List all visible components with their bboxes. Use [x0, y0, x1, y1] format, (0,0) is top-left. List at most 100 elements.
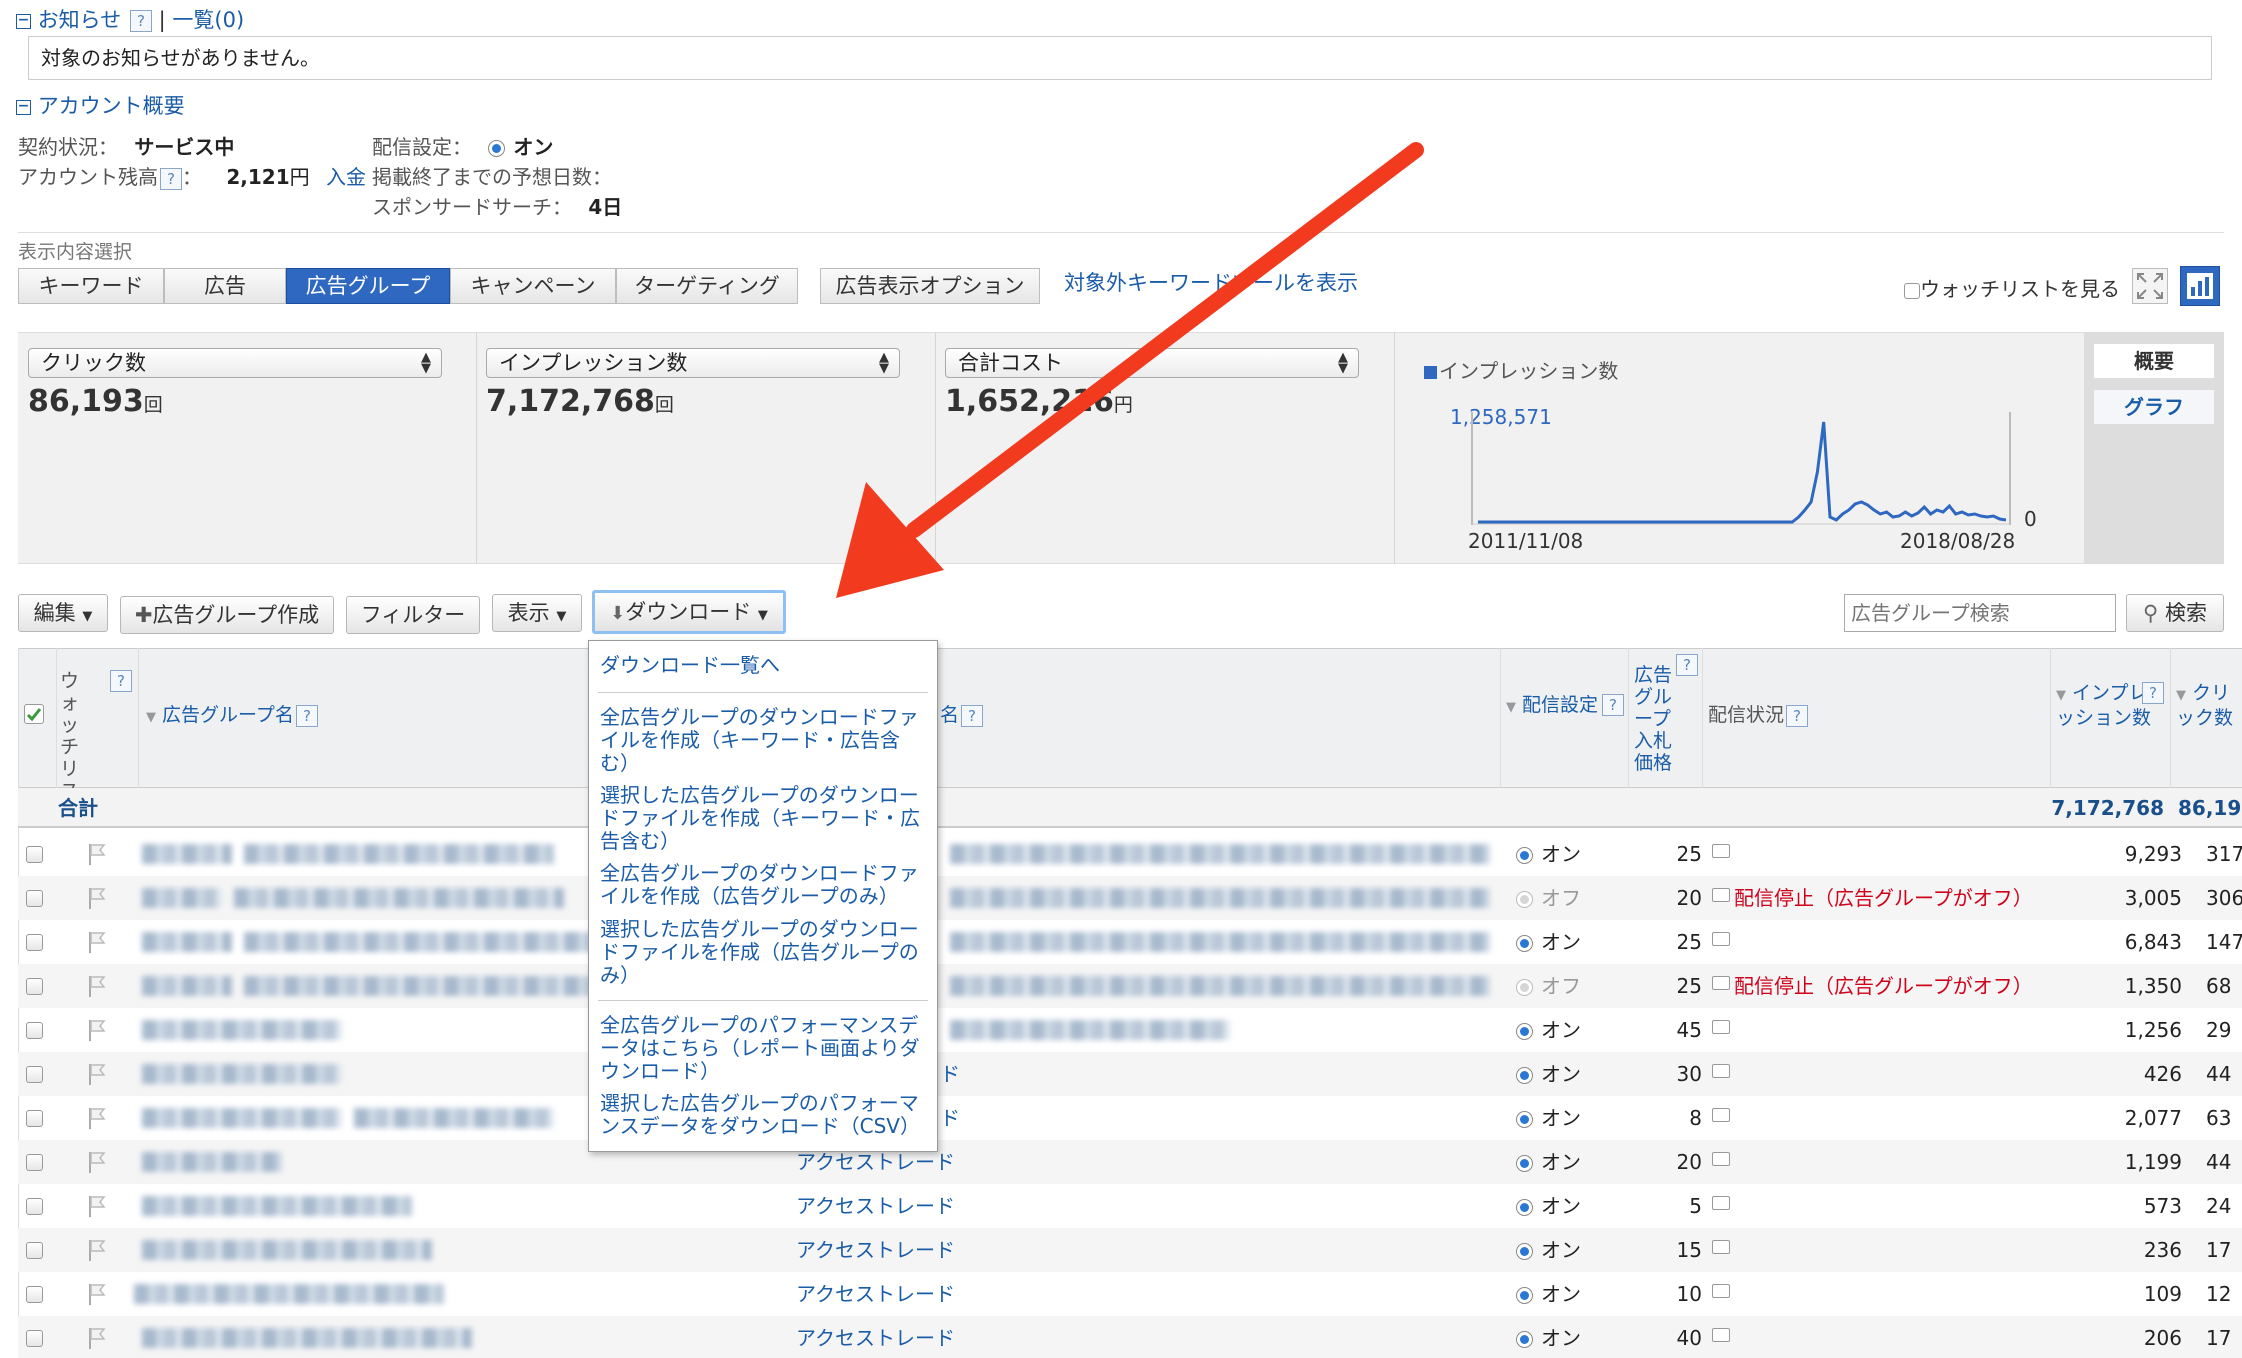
blurred-ad-group-name[interactable]	[142, 1240, 432, 1260]
flag-icon[interactable]	[86, 1106, 108, 1130]
radio-icon[interactable]	[1516, 1199, 1533, 1216]
bid-cell[interactable]: 20	[1632, 876, 1702, 920]
comment-icon[interactable]	[1712, 1152, 1730, 1166]
tab-campaign[interactable]: キャンペーン	[450, 268, 616, 304]
delivery-setting-cell[interactable]: オン	[1516, 1008, 1581, 1052]
blurred-ad-group-name[interactable]	[142, 1108, 342, 1128]
watchlist-toggle[interactable]: ウォッチリストを見る	[1904, 276, 2120, 302]
menu-item-all-performance[interactable]: 全広告グループのパフォーマンスデータはこちら（レポート画面よりダウンロード）	[600, 1014, 920, 1083]
comment-icon[interactable]	[1712, 1108, 1730, 1122]
row-checkbox[interactable]	[26, 1286, 43, 1303]
blurred-ad-group-name[interactable]	[134, 1284, 444, 1304]
menu-item-all-with-keywords[interactable]: 全広告グループのダウンロードファイルを作成（キーワード・広告含む）	[600, 706, 920, 775]
delivery-setting-cell[interactable]: オン	[1516, 920, 1581, 964]
side-tab-graph[interactable]: グラフ	[2094, 390, 2214, 424]
comment-icon[interactable]	[1712, 976, 1730, 990]
flag-icon[interactable]	[86, 974, 108, 998]
bid-cell[interactable]: 8	[1632, 1096, 1702, 1140]
collapse-icon[interactable]: −	[16, 13, 31, 29]
bid-cell[interactable]: 15	[1632, 1228, 1702, 1272]
ad-group-search-input[interactable]	[1844, 594, 2116, 632]
row-checkbox[interactable]	[26, 1066, 43, 1083]
edit-button[interactable]: 編集 ▼	[18, 594, 108, 632]
comment-icon[interactable]	[1712, 1064, 1730, 1078]
notice-list-link[interactable]: 一覧(0)	[172, 8, 244, 32]
blurred-ad-group-name[interactable]	[142, 1064, 342, 1084]
menu-item-selected-performance-csv[interactable]: 選択した広告グループのパフォーマンスデータをダウンロード（CSV）	[600, 1092, 920, 1138]
blurred-campaign-name[interactable]	[950, 976, 1490, 996]
row-checkbox[interactable]	[26, 1198, 43, 1215]
collapse-icon[interactable]: −	[16, 99, 31, 115]
bid-cell[interactable]: 40	[1632, 1316, 1702, 1358]
delivery-setting-cell[interactable]: オン	[1516, 832, 1581, 876]
radio-icon[interactable]	[1516, 979, 1533, 996]
flag-icon[interactable]	[86, 842, 108, 866]
row-checkbox[interactable]	[26, 890, 43, 907]
flag-icon[interactable]	[86, 1018, 108, 1042]
delivery-setting-cell[interactable]: オフ	[1516, 964, 1581, 1008]
blurred-ad-group-name[interactable]	[142, 976, 232, 996]
bid-cell[interactable]: 20	[1632, 1140, 1702, 1184]
bid-cell[interactable]: 5	[1632, 1184, 1702, 1228]
search-button[interactable]: ⚲ 検索	[2126, 594, 2224, 632]
blurred-ad-group-name[interactable]	[244, 932, 644, 952]
radio-icon[interactable]	[1516, 935, 1533, 952]
blurred-campaign-name[interactable]	[950, 1020, 1230, 1040]
menu-item-selected-ad-groups-only[interactable]: 選択した広告グループのダウンロードファイルを作成（広告グループのみ）	[600, 918, 920, 987]
radio-icon[interactable]	[1516, 1243, 1533, 1260]
blurred-ad-group-name[interactable]	[142, 1152, 282, 1172]
row-checkbox[interactable]	[26, 1110, 43, 1127]
help-icon[interactable]: ?	[2142, 682, 2164, 704]
comment-icon[interactable]	[1712, 1328, 1730, 1342]
row-checkbox[interactable]	[26, 1242, 43, 1259]
checkbox[interactable]	[1904, 282, 1920, 299]
comment-icon[interactable]	[1712, 932, 1730, 946]
excluded-keyword-link[interactable]: 対象外キーワードツールを表示	[1064, 268, 1358, 298]
tab-keyword[interactable]: キーワード	[18, 268, 164, 304]
display-button[interactable]: 表示 ▼	[492, 594, 582, 632]
comment-icon[interactable]	[1712, 1196, 1730, 1210]
comment-icon[interactable]	[1712, 844, 1730, 858]
row-checkbox[interactable]	[26, 1154, 43, 1171]
blurred-ad-group-name[interactable]	[142, 888, 222, 908]
row-checkbox[interactable]	[26, 978, 43, 995]
campaign-name-link[interactable]: アクセストレード	[796, 1272, 955, 1316]
delivery-setting-cell[interactable]: オン	[1516, 1316, 1581, 1358]
flag-icon[interactable]	[86, 930, 108, 954]
metric-select-cost[interactable]: 合計コスト ▲ ▼	[945, 348, 1359, 378]
radio-icon[interactable]	[1516, 1287, 1533, 1304]
menu-item-download-list[interactable]: ダウンロード一覧へ	[600, 654, 920, 677]
header-status[interactable]: 配信状況?	[1708, 704, 1809, 727]
blurred-ad-group-name[interactable]	[142, 1020, 342, 1040]
row-checkbox[interactable]	[26, 846, 43, 863]
blurred-ad-group-name[interactable]	[142, 1328, 472, 1348]
flag-icon[interactable]	[86, 1282, 108, 1306]
row-checkbox[interactable]	[26, 1022, 43, 1039]
tab-ad-group[interactable]: 広告グループ	[286, 268, 450, 304]
radio-icon[interactable]	[1516, 1155, 1533, 1172]
bid-cell[interactable]: 30	[1632, 1052, 1702, 1096]
bid-cell[interactable]: 25	[1632, 832, 1702, 876]
header-bid[interactable]: 広告グループ入札価格	[1634, 664, 1674, 774]
campaign-name-link[interactable]: アクセストレード	[796, 1184, 955, 1228]
tab-ad[interactable]: 広告	[164, 268, 286, 304]
flag-icon[interactable]	[86, 1326, 108, 1350]
help-icon[interactable]: ?	[1786, 704, 1809, 727]
radio-icon[interactable]	[1516, 847, 1533, 864]
blurred-campaign-name[interactable]	[950, 888, 1490, 908]
comment-icon[interactable]	[1712, 1284, 1730, 1298]
metric-select-clicks[interactable]: クリック数 ▲ ▼	[28, 348, 442, 378]
radio-icon[interactable]	[1516, 1331, 1533, 1348]
delivery-setting-cell[interactable]: オン	[1516, 1052, 1581, 1096]
header-ad-group-name[interactable]: ▼ 広告グループ名?	[146, 704, 318, 729]
delivery-setting-cell[interactable]: オン	[1516, 1272, 1581, 1316]
campaign-name-link[interactable]: ド	[940, 1096, 960, 1140]
delivery-setting-cell[interactable]: オン	[1516, 1228, 1581, 1272]
delivery-setting-cell[interactable]: オン	[1516, 1096, 1581, 1140]
blurred-ad-group-name[interactable]	[142, 1196, 412, 1216]
help-icon[interactable]: ?	[1676, 654, 1698, 676]
help-icon[interactable]: ?	[1602, 694, 1624, 716]
create-ad-group-button[interactable]: ✚広告グループ作成	[120, 596, 334, 634]
bid-cell[interactable]: 25	[1632, 964, 1702, 1008]
deposit-link[interactable]: 入金	[326, 165, 366, 189]
